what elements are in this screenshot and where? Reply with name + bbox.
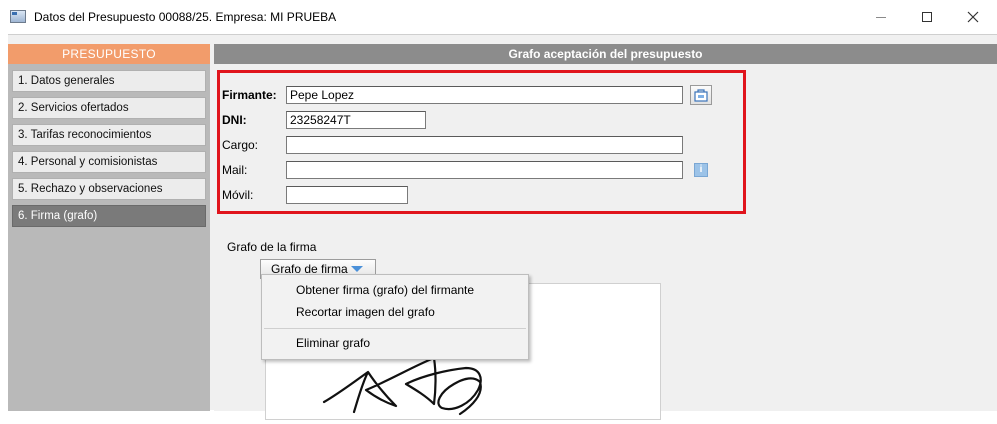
sidebar: PRESUPUESTO 1. Datos generales 2. Servic…: [8, 44, 210, 411]
mail-field[interactable]: [286, 161, 683, 179]
window-title: Datos del Presupuesto 00088/25. Empresa:…: [34, 10, 337, 24]
maximize-icon: [922, 12, 932, 22]
dni-label: DNI:: [222, 113, 247, 127]
window-client-area: PRESUPUESTO 1. Datos generales 2. Servic…: [8, 34, 997, 420]
app-window-icon: [10, 10, 26, 23]
dni-field[interactable]: 23258247T: [286, 111, 426, 129]
sidebar-item-datos-generales[interactable]: 1. Datos generales: [12, 70, 206, 92]
grafo-dropdown-menu: Obtener firma (grafo) del firmante Recor…: [261, 274, 529, 360]
sidebar-item-personal-comisionistas[interactable]: 4. Personal y comisionistas: [12, 151, 206, 173]
firmante-field[interactable]: Pepe Lopez: [286, 86, 683, 104]
close-icon: [967, 11, 979, 23]
signer-details-box: Firmante: Pepe Lopez DNI: 23258247T Carg…: [217, 70, 746, 214]
pick-contact-button[interactable]: [690, 85, 712, 105]
menu-item-recortar-imagen[interactable]: Recortar imagen del grafo: [296, 305, 435, 319]
title-bar: Datos del Presupuesto 00088/25. Empresa:…: [0, 0, 997, 34]
maximize-button[interactable]: [904, 0, 950, 34]
grafo-section-label: Grafo de la firma: [227, 240, 317, 254]
panel-title: Grafo aceptación del presupuesto: [214, 44, 997, 64]
sidebar-item-tarifas-reconocimientos[interactable]: 3. Tarifas reconocimientos: [12, 124, 206, 146]
firmante-label: Firmante:: [222, 88, 277, 102]
menu-separator: [264, 328, 526, 329]
pick-contact-icon: [694, 89, 708, 102]
menu-item-obtener-firma[interactable]: Obtener firma (grafo) del firmante: [296, 283, 474, 297]
sidebar-item-servicios-ofertados[interactable]: 2. Servicios ofertados: [12, 97, 206, 119]
menu-item-eliminar-grafo[interactable]: Eliminar grafo: [296, 336, 370, 350]
mail-label: Mail:: [222, 163, 248, 177]
dropdown-arrow-icon: [351, 266, 363, 272]
sidebar-item-firma-grafo[interactable]: 6. Firma (grafo): [12, 205, 206, 227]
info-icon[interactable]: i: [694, 163, 708, 177]
minimize-icon: [876, 16, 886, 18]
main-panel: Grafo aceptación del presupuesto Firmant…: [214, 44, 997, 420]
close-button[interactable]: [950, 0, 996, 34]
sidebar-header: PRESUPUESTO: [8, 44, 210, 64]
movil-field[interactable]: [286, 186, 408, 204]
sidebar-item-rechazo-observaciones[interactable]: 5. Rechazo y observaciones: [12, 178, 206, 200]
cargo-field[interactable]: [286, 136, 683, 154]
movil-label: Móvil:: [222, 188, 254, 202]
cargo-label: Cargo:: [222, 138, 259, 152]
minimize-button[interactable]: [858, 0, 904, 34]
